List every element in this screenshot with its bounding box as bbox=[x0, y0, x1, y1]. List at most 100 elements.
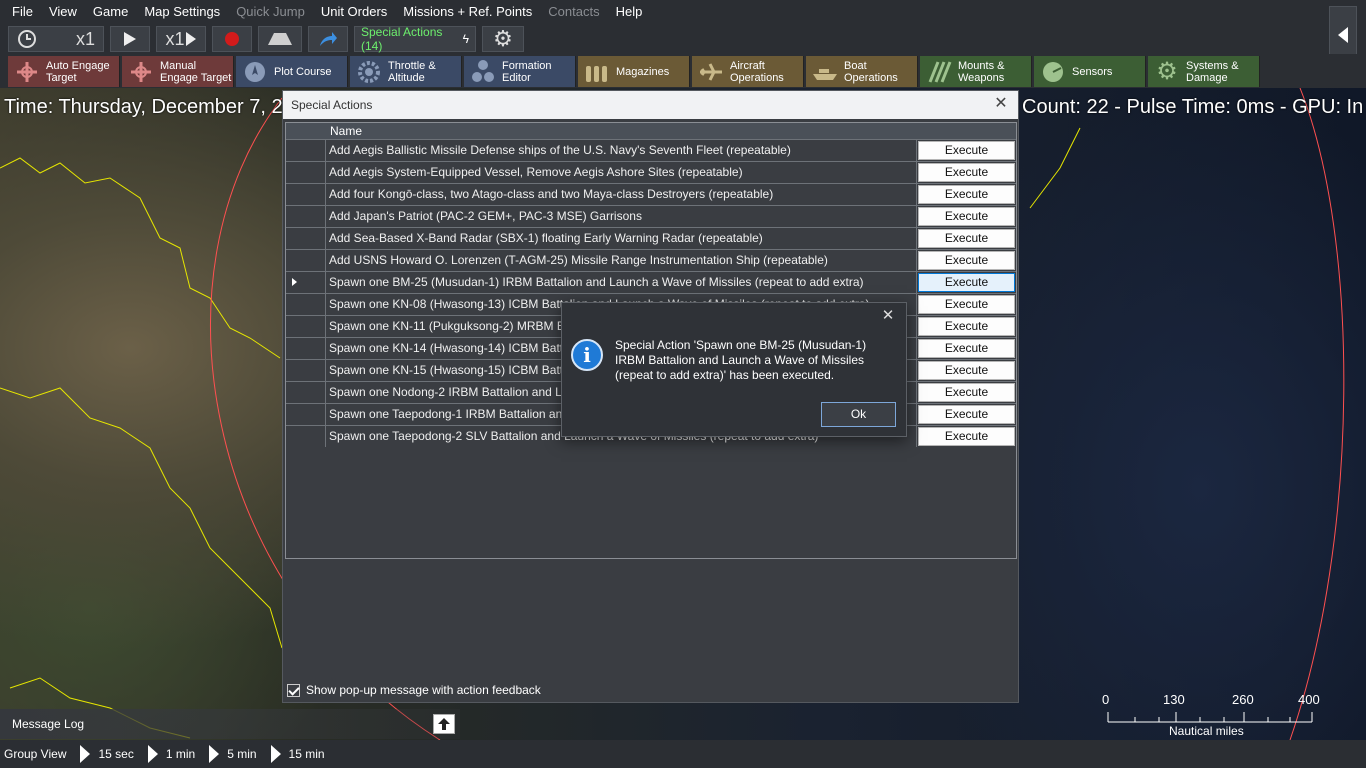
scale-tick-label: 260 bbox=[1232, 692, 1254, 707]
step-arrow-icon[interactable] bbox=[147, 745, 158, 763]
tab-sensors[interactable]: Sensors bbox=[1034, 56, 1146, 87]
table-row[interactable]: Add USNS Howard O. Lorenzen (T-AGM-25) M… bbox=[286, 249, 1016, 271]
feedback-checkbox[interactable] bbox=[287, 683, 300, 697]
tab-systems-damage[interactable]: ⚙ Systems & Damage bbox=[1148, 56, 1260, 87]
row-selector[interactable] bbox=[286, 382, 326, 403]
row-selector[interactable] bbox=[286, 404, 326, 425]
row-selector[interactable] bbox=[286, 162, 326, 183]
close-icon[interactable]: ✕ bbox=[992, 95, 1010, 113]
feedback-checkbox-row[interactable]: Show pop-up message with action feedback bbox=[287, 683, 541, 697]
row-selector[interactable] bbox=[286, 228, 326, 249]
menu-bar: File View Game Map Settings Quick Jump U… bbox=[0, 0, 1366, 24]
column-name-header[interactable]: Name bbox=[326, 123, 1016, 139]
lightning-icon: ϟ bbox=[462, 32, 469, 46]
close-icon[interactable]: ✕ bbox=[880, 308, 896, 324]
tab-aircraft-operations[interactable]: Aircraft Operations bbox=[692, 56, 804, 87]
terrain-icon bbox=[268, 33, 292, 45]
special-actions-label: Special Actions (14) bbox=[361, 25, 443, 53]
message-log-bar: Message Log bbox=[0, 709, 460, 739]
table-row[interactable]: Spawn one BM-25 (Musudan-1) IRBM Battali… bbox=[286, 271, 1016, 293]
execute-cell: Execute bbox=[917, 294, 1016, 315]
tab-plot-course[interactable]: Plot Course bbox=[236, 56, 348, 87]
special-actions-button[interactable]: Special Actions (14) ϟ bbox=[354, 25, 476, 53]
row-selector[interactable] bbox=[286, 184, 326, 205]
execute-button[interactable]: Execute bbox=[918, 339, 1015, 358]
execute-button[interactable]: Execute bbox=[918, 405, 1015, 424]
tab-auto-engage[interactable]: Auto Engage Target bbox=[8, 56, 120, 87]
table-row[interactable]: Add four Kongō-class, two Atago-class an… bbox=[286, 183, 1016, 205]
row-selector[interactable] bbox=[286, 294, 326, 315]
row-selector[interactable] bbox=[286, 338, 326, 359]
special-actions-title: Special Actions bbox=[291, 98, 373, 112]
step-1-min[interactable]: 1 min bbox=[166, 747, 195, 761]
execute-button[interactable]: Execute bbox=[918, 229, 1015, 248]
table-row[interactable]: Add Japan's Patriot (PAC-2 GEM+, PAC-3 M… bbox=[286, 205, 1016, 227]
performance-readout: Count: 22 - Pulse Time: 0ms - GPU: In bbox=[1022, 96, 1364, 118]
execute-cell: Execute bbox=[917, 250, 1016, 271]
menu-unit-orders[interactable]: Unit Orders bbox=[313, 0, 395, 24]
execute-button[interactable]: Execute bbox=[918, 361, 1015, 380]
scale-tick-label: 130 bbox=[1163, 692, 1185, 707]
execute-button[interactable]: Execute bbox=[918, 383, 1015, 402]
tab-systems-damage-label: Systems & Damage bbox=[1186, 59, 1239, 84]
row-selector[interactable] bbox=[286, 426, 326, 447]
execute-button[interactable]: Execute bbox=[918, 163, 1015, 182]
tab-magazines[interactable]: Magazines bbox=[578, 56, 690, 87]
time-compression-control[interactable]: x1 bbox=[8, 26, 104, 52]
execute-button[interactable]: Execute bbox=[918, 207, 1015, 226]
tab-auto-engage-label: Auto Engage Target bbox=[46, 59, 110, 84]
step-arrow-icon[interactable] bbox=[209, 745, 220, 763]
execute-button[interactable]: Execute bbox=[918, 427, 1015, 446]
tab-throttle[interactable]: Throttle & Altitude bbox=[350, 56, 462, 87]
expand-message-log-button[interactable] bbox=[433, 714, 455, 734]
row-selector[interactable] bbox=[286, 140, 326, 161]
message-log-label: Message Log bbox=[12, 717, 85, 731]
step-5-min[interactable]: 5 min bbox=[227, 747, 256, 761]
menu-help[interactable]: Help bbox=[608, 0, 651, 24]
execute-button[interactable]: Execute bbox=[918, 295, 1015, 314]
step-arrow-icon[interactable] bbox=[80, 745, 91, 763]
menu-file[interactable]: File bbox=[4, 0, 41, 24]
row-selector[interactable] bbox=[286, 250, 326, 271]
menu-view[interactable]: View bbox=[41, 0, 85, 24]
row-selector[interactable] bbox=[286, 360, 326, 381]
execute-cell: Execute bbox=[917, 140, 1016, 161]
play-button[interactable] bbox=[110, 26, 150, 52]
execute-button[interactable]: Execute bbox=[918, 185, 1015, 204]
row-selector[interactable] bbox=[286, 206, 326, 227]
dialog-message: Special Action 'Spawn one BM-25 (Musudan… bbox=[615, 338, 867, 382]
execute-button[interactable]: Execute bbox=[918, 317, 1015, 336]
menu-map-settings[interactable]: Map Settings bbox=[136, 0, 228, 24]
execute-button[interactable]: Execute bbox=[918, 141, 1015, 160]
row-selector[interactable] bbox=[286, 272, 326, 293]
tab-manual-engage[interactable]: Manual Engage Target bbox=[122, 56, 234, 87]
group-view-label[interactable]: Group View bbox=[4, 747, 66, 761]
record-button[interactable] bbox=[212, 26, 252, 52]
tab-throttle-label: Throttle & Altitude bbox=[388, 59, 436, 84]
menu-missions[interactable]: Missions + Ref. Points bbox=[395, 0, 540, 24]
execute-button[interactable]: Execute bbox=[918, 251, 1015, 270]
terrain-button[interactable] bbox=[258, 26, 302, 52]
tab-mounts-weapons[interactable]: Mounts & Weapons bbox=[920, 56, 1032, 87]
step-button[interactable]: x1 bbox=[156, 26, 206, 52]
redo-button[interactable] bbox=[308, 26, 348, 52]
table-row[interactable]: Add Aegis Ballistic Missile Defense ship… bbox=[286, 139, 1016, 161]
execute-button[interactable]: Execute bbox=[918, 273, 1015, 292]
bottom-bar: Group View 15 sec 1 min 5 min 15 min bbox=[0, 740, 1366, 768]
step-arrow-icon[interactable] bbox=[270, 745, 281, 763]
tab-boat-operations[interactable]: Boat Operations bbox=[806, 56, 918, 87]
execute-cell: Execute bbox=[917, 184, 1016, 205]
ok-button[interactable]: Ok bbox=[821, 402, 896, 427]
row-selector[interactable] bbox=[286, 316, 326, 337]
tab-mounts-weapons-label: Mounts & Weapons bbox=[958, 59, 1005, 84]
tab-formation-editor[interactable]: Formation Editor bbox=[464, 56, 576, 87]
settings-button[interactable]: ⚙ bbox=[482, 26, 524, 52]
special-actions-titlebar: Special Actions ✕ bbox=[283, 91, 1018, 119]
menu-game[interactable]: Game bbox=[85, 0, 136, 24]
action-executed-dialog: ✕ i Special Action 'Spawn one BM-25 (Mus… bbox=[561, 302, 907, 437]
table-row[interactable]: Add Sea-Based X-Band Radar (SBX-1) float… bbox=[286, 227, 1016, 249]
step-15-min[interactable]: 15 min bbox=[289, 747, 325, 761]
table-row[interactable]: Add Aegis System-Equipped Vessel, Remove… bbox=[286, 161, 1016, 183]
tab-plot-course-label: Plot Course bbox=[274, 65, 332, 78]
step-15-sec[interactable]: 15 sec bbox=[98, 747, 133, 761]
